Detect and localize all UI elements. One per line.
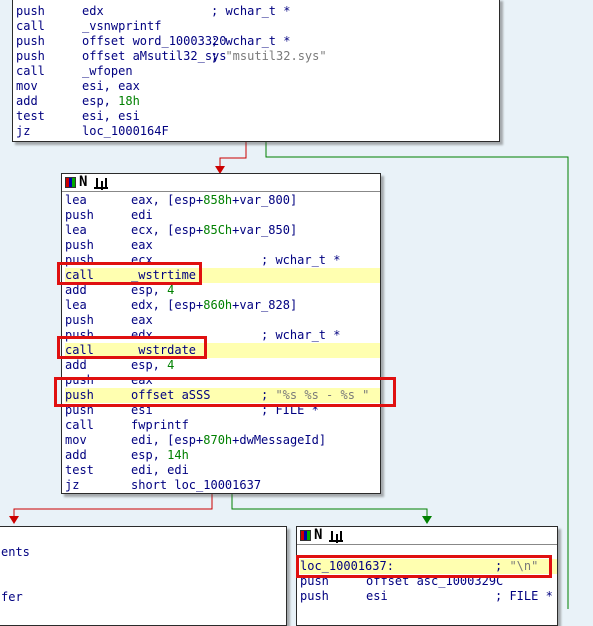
code-block-top[interactable]: push edx; wchar_t * call _vsnwprintf push off…	[12, 0, 500, 142]
operand[interactable]: _vsnwprintf	[82, 19, 161, 34]
mnemonic: test	[16, 109, 45, 123]
operand[interactable]: loc_1000164F	[82, 124, 169, 139]
mnemonic: push	[16, 34, 45, 48]
instruction-line[interactable]: test esi, esi	[16, 109, 499, 124]
instruction-line[interactable]: call fwprintf	[65, 418, 380, 433]
instruction-line[interactable]: mov esi, eax	[16, 79, 499, 94]
instruction-line[interactable]: push edi	[65, 208, 380, 223]
operand[interactable]: esp, 14h	[131, 448, 189, 463]
arrowhead-red-2	[9, 516, 19, 524]
mnemonic: lea	[65, 193, 87, 207]
operand[interactable]: offset aMsutil32_sys	[82, 49, 227, 64]
mnemonic: push	[16, 4, 45, 18]
operand[interactable]: esi	[366, 589, 388, 604]
operand[interactable]: esp, 18h	[82, 94, 140, 109]
instruction-line[interactable]: push offset word_10003320; wchar_t *	[16, 34, 499, 49]
mnemonic: push	[16, 49, 45, 63]
block-titlebar: N	[62, 174, 380, 192]
arrowhead-green-1	[422, 516, 432, 524]
comment: ; "msutil32.sys"	[211, 49, 327, 63]
mnemonic: mov	[16, 79, 38, 93]
code-block-middle[interactable]: N lea eax, [esp+858h+var_800]push edi lea ec…	[61, 173, 381, 494]
block-titlebar: N	[297, 527, 557, 545]
comment: ; wchar_t *	[211, 4, 291, 18]
instruction-line[interactable]: push offset aMsutil32_sys; "msutil32.sys"	[16, 49, 499, 64]
instruction-line[interactable]: lea edx, [esp+860h+var_828]	[65, 298, 380, 313]
comment: ; wchar_t *	[211, 34, 291, 48]
graph-icon[interactable]	[329, 530, 343, 542]
operand[interactable]: edi, [esp+870h+dwMessageId]	[131, 433, 326, 448]
instruction-line[interactable]: test edi, edi	[65, 463, 380, 478]
mnemonic: mov	[65, 433, 87, 447]
operand[interactable]: esi, esi	[82, 109, 140, 124]
mnemonic: push	[65, 208, 94, 222]
operand[interactable]: short loc_10001637	[131, 478, 261, 493]
operand[interactable]: eax	[131, 238, 153, 253]
operand[interactable]: edi	[131, 208, 153, 223]
mnemonic: add	[65, 358, 87, 372]
edge-false-top-to-mid	[219, 142, 247, 168]
operand[interactable]: offset word_10003320	[82, 34, 227, 49]
mnemonic: push	[300, 589, 329, 603]
mnemonic: jz	[65, 478, 80, 492]
comment: ; FILE *	[495, 589, 553, 603]
mnemonic: jz	[16, 124, 31, 138]
highlight-box-wstrtime	[57, 262, 202, 285]
instruction-line[interactable]: add esp, 18h	[16, 94, 499, 109]
mnemonic: call	[65, 418, 94, 432]
operand[interactable]: ecx, [esp+85Ch+var_850]	[131, 223, 297, 238]
mnemonic: push	[65, 238, 94, 252]
operand[interactable]: esi, eax	[82, 79, 140, 94]
instruction-line[interactable]: push eax	[65, 313, 380, 328]
mnemonic: add	[16, 94, 38, 108]
code-block-left[interactable]: ents fer	[0, 526, 287, 626]
instruction-line[interactable]: lea ecx, [esp+85Ch+var_850]	[65, 223, 380, 238]
graph-icon[interactable]	[94, 177, 108, 189]
mnemonic: call	[16, 64, 45, 78]
comment: ; wchar_t *	[261, 328, 341, 342]
mnemonic: test	[65, 463, 94, 477]
instruction-line[interactable]: add esp, 4	[65, 358, 380, 373]
color-grid-icon[interactable]	[65, 177, 76, 188]
instruction-line[interactable]: jz loc_1000164F	[16, 124, 499, 139]
n-icon[interactable]: N	[79, 175, 91, 189]
operand[interactable]: esp, 4	[131, 358, 174, 373]
instruction-line[interactable]: add esp, 14h	[65, 448, 380, 463]
highlight-box-wstrdate	[57, 336, 207, 359]
mnemonic: lea	[65, 298, 87, 312]
highlight-box-aSSS	[54, 377, 396, 407]
instruction-line[interactable]: push esi ; FILE *	[300, 589, 557, 604]
mnemonic: add	[65, 283, 87, 297]
mnemonic: add	[65, 448, 87, 462]
mnemonic: call	[16, 19, 45, 33]
operand[interactable]: eax, [esp+858h+var_800]	[131, 193, 297, 208]
instruction-line[interactable]: mov edi, [esp+870h+dwMessageId]	[65, 433, 380, 448]
operand[interactable]: fwprintf	[131, 418, 189, 433]
edge-false-mid-to-left	[13, 494, 213, 518]
color-grid-icon[interactable]	[300, 530, 311, 541]
operand[interactable]: edx	[82, 4, 104, 19]
operand[interactable]: _wfopen	[82, 64, 133, 79]
n-icon[interactable]: N	[314, 528, 326, 542]
edge-true-mid-to-right	[231, 494, 428, 518]
instruction-line[interactable]: fer	[1, 590, 23, 605]
instruction-line[interactable]: add esp, 4	[65, 283, 380, 298]
instruction-line[interactable]: push edx ; wchar_t *	[16, 4, 499, 19]
highlight-box-loc-label	[296, 555, 552, 578]
mnemonic: lea	[65, 223, 87, 237]
instruction-line[interactable]: jz short loc_10001637	[65, 478, 380, 493]
instruction-line[interactable]: push eax	[65, 238, 380, 253]
operand[interactable]: edx, [esp+860h+var_828]	[131, 298, 297, 313]
operand[interactable]: esp, 4	[131, 283, 174, 298]
mnemonic: push	[65, 313, 94, 327]
instruction-line[interactable]: ents	[1, 545, 30, 560]
instruction-line[interactable]: lea eax, [esp+858h+var_800]	[65, 193, 380, 208]
operand[interactable]: eax	[131, 313, 153, 328]
instruction-line[interactable]: call _vsnwprintf	[16, 19, 499, 34]
instruction-line[interactable]: call _wfopen	[16, 64, 499, 79]
comment: ; wchar_t *	[261, 253, 341, 267]
operand[interactable]: edi, edi	[131, 463, 189, 478]
